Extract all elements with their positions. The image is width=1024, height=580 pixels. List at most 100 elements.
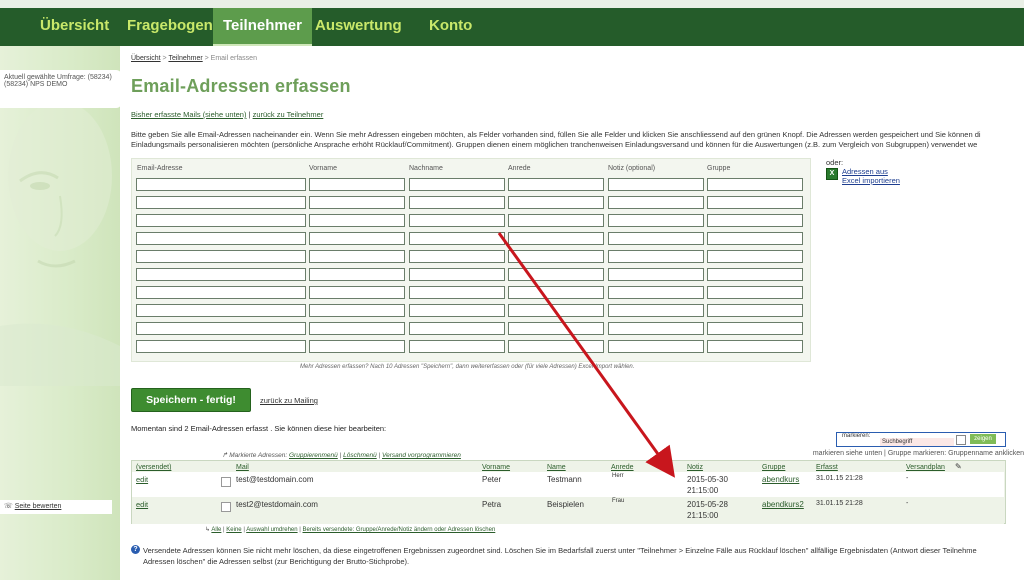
back-to-participants-link[interactable]: zurück zu Teilnehmer [253, 110, 324, 119]
entry-input-gruppe[interactable] [707, 214, 803, 227]
entry-input-gruppe[interactable] [707, 340, 803, 353]
entry-input-vorname[interactable] [309, 340, 405, 353]
nav-teilnehmer[interactable]: Teilnehmer [213, 8, 312, 46]
entry-input-notiz[interactable] [608, 304, 704, 317]
entry-input-vorname[interactable] [309, 268, 405, 281]
schedule-send-link[interactable]: Versand vorprogrammieren [382, 452, 461, 459]
entry-input-anrede[interactable] [508, 286, 604, 299]
entry-input-nachname[interactable] [409, 304, 505, 317]
entry-input-notiz[interactable] [608, 322, 704, 335]
entry-input-email[interactable] [136, 232, 306, 245]
rate-page-link[interactable]: Seite bewerten [15, 503, 62, 510]
breadcrumb-teilnehmer[interactable]: Teilnehmer [168, 55, 202, 62]
entry-input-gruppe[interactable] [707, 250, 803, 263]
entry-input-vorname[interactable] [309, 232, 405, 245]
entry-input-nachname[interactable] [409, 214, 505, 227]
entry-input-notiz[interactable] [608, 286, 704, 299]
th-anrede[interactable]: Anrede [611, 464, 634, 471]
entry-input-notiz[interactable] [608, 214, 704, 227]
breadcrumb-uebersicht[interactable]: Übersicht [131, 55, 161, 62]
entry-input-anrede[interactable] [508, 304, 604, 317]
entry-input-anrede[interactable] [508, 214, 604, 227]
entry-input-notiz[interactable] [608, 250, 704, 263]
entry-input-vorname[interactable] [309, 214, 405, 227]
select-none-link[interactable]: Keine [226, 527, 241, 533]
entry-input-gruppe[interactable] [707, 268, 803, 281]
entry-input-nachname[interactable] [409, 322, 505, 335]
show-button[interactable]: zeigen [970, 434, 996, 444]
entry-input-gruppe[interactable] [707, 196, 803, 209]
th-erfasst[interactable]: Erfasst [816, 464, 838, 471]
entry-input-notiz[interactable] [608, 268, 704, 281]
entry-input-notiz[interactable] [608, 196, 704, 209]
entry-input-vorname[interactable] [309, 322, 405, 335]
entry-input-gruppe[interactable] [707, 304, 803, 317]
nav-uebersicht[interactable]: Übersicht [40, 8, 109, 46]
entry-input-vorname[interactable] [309, 178, 405, 191]
search-checkbox[interactable] [956, 435, 966, 445]
edit-link[interactable]: edit [136, 475, 148, 484]
entry-input-email[interactable] [136, 286, 306, 299]
entry-input-gruppe[interactable] [707, 322, 803, 335]
entry-input-vorname[interactable] [309, 250, 405, 263]
entry-input-nachname[interactable] [409, 178, 505, 191]
group-menu-link[interactable]: Gruppierenmenü [289, 452, 338, 459]
entry-input-vorname[interactable] [309, 196, 405, 209]
select-all-link[interactable]: Alle [211, 527, 221, 533]
nav-fragebogen[interactable]: Fragebogen [127, 8, 213, 46]
back-to-mailing-link[interactable]: zurück zu Mailing [260, 396, 318, 405]
excel-import-link[interactable]: Adressen aus Excel importieren [842, 167, 900, 185]
entry-input-email[interactable] [136, 178, 306, 191]
entry-input-anrede[interactable] [508, 196, 604, 209]
th-notiz[interactable]: Notiz [687, 464, 703, 471]
row-checkbox[interactable] [221, 477, 231, 487]
row-gruppe-link[interactable]: abendkurs [762, 475, 799, 484]
entry-input-gruppe[interactable] [707, 286, 803, 299]
entry-input-vorname[interactable] [309, 286, 405, 299]
th-name[interactable]: Name [547, 464, 566, 471]
entry-input-anrede[interactable] [508, 268, 604, 281]
wrench-icon[interactable]: ✎ [955, 462, 962, 471]
entry-input-nachname[interactable] [409, 340, 505, 353]
entry-input-email[interactable] [136, 250, 306, 263]
search-term-input[interactable]: Suchbegriff [880, 438, 954, 446]
entry-input-notiz[interactable] [608, 340, 704, 353]
entry-input-email[interactable] [136, 196, 306, 209]
captured-mails-link[interactable]: Bisher erfasste Mails (siehe unten) [131, 110, 246, 119]
save-button[interactable]: Speichern - fertig! [131, 388, 251, 412]
entry-input-notiz[interactable] [608, 178, 704, 191]
th-versandplan[interactable]: Versandplan [906, 464, 945, 471]
entry-input-gruppe[interactable] [707, 232, 803, 245]
entry-input-email[interactable] [136, 268, 306, 281]
nav-konto[interactable]: Konto [429, 8, 472, 46]
sent-edit-link[interactable]: Bereits versendete: Gruppe/Anrede/Notiz … [303, 527, 496, 533]
entry-input-nachname[interactable] [409, 286, 505, 299]
delete-menu-link[interactable]: Löschmenü [343, 452, 377, 459]
entry-input-anrede[interactable] [508, 322, 604, 335]
row-checkbox[interactable] [221, 502, 231, 512]
th-versendet[interactable]: (versendet) [136, 464, 171, 471]
entry-input-email[interactable] [136, 322, 306, 335]
entry-input-anrede[interactable] [508, 178, 604, 191]
excel-icon[interactable]: X [826, 168, 838, 180]
entry-input-nachname[interactable] [409, 250, 505, 263]
entry-input-nachname[interactable] [409, 268, 505, 281]
entry-input-anrede[interactable] [508, 340, 604, 353]
entry-input-nachname[interactable] [409, 196, 505, 209]
nav-auswertung[interactable]: Auswertung [315, 8, 402, 46]
th-vorname[interactable]: Vorname [482, 464, 510, 471]
entry-input-email[interactable] [136, 304, 306, 317]
row-gruppe-link[interactable]: abendkurs2 [762, 500, 804, 509]
entry-input-vorname[interactable] [309, 304, 405, 317]
entry-input-notiz[interactable] [608, 232, 704, 245]
edit-link[interactable]: edit [136, 500, 148, 509]
entry-input-anrede[interactable] [508, 250, 604, 263]
entry-input-gruppe[interactable] [707, 178, 803, 191]
entry-input-anrede[interactable] [508, 232, 604, 245]
entry-input-email[interactable] [136, 214, 306, 227]
entry-input-nachname[interactable] [409, 232, 505, 245]
invert-selection-link[interactable]: Auswahl umdrehen [246, 527, 297, 533]
entry-input-email[interactable] [136, 340, 306, 353]
th-gruppe[interactable]: Gruppe [762, 464, 785, 471]
th-mail[interactable]: Mail [236, 464, 249, 471]
